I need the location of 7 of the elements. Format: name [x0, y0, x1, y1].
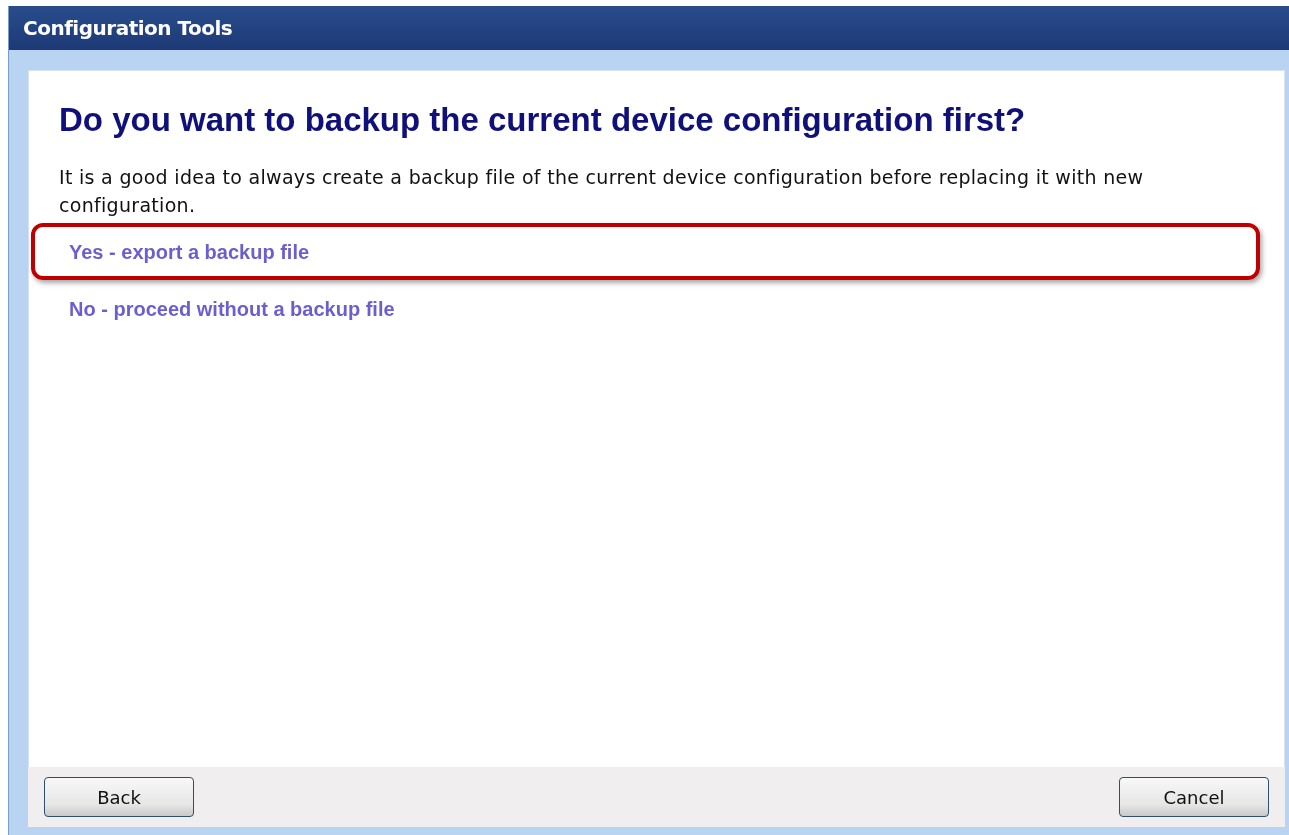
heading: Do you want to backup the current device configuration first?: [59, 101, 1027, 139]
option-link[interactable]: No - proceed without a backup file: [69, 298, 395, 320]
cancel-button[interactable]: Cancel: [1119, 777, 1269, 817]
back-button[interactable]: Back: [44, 777, 194, 817]
window-title: Configuration Tools: [23, 16, 233, 40]
description: It is a good idea to always create a backup file of the current device configuration before replacing it with new configuration.: [59, 165, 1145, 218]
option-link[interactable]: Yes - export a backup file: [69, 241, 310, 263]
